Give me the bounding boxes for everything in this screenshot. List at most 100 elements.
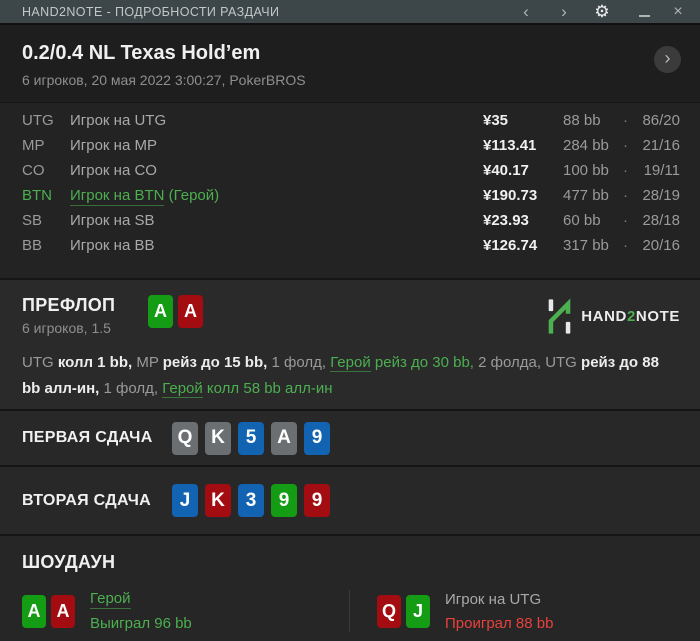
card-rank: 9 (278, 489, 290, 511)
player-stats: · 20/16 (623, 237, 680, 254)
hand2note-logo: HAND2NOTE (546, 298, 680, 335)
chevron-right-icon: › (664, 48, 671, 68)
card-rank: 5 (245, 427, 257, 448)
board-run-2-cards: JK399 (172, 484, 337, 517)
showdown-cards: AA (22, 594, 80, 628)
preflop-title-block: ПРЕФЛОП 6 игроков, 1.5 (22, 295, 148, 336)
players-table: UTG Игрок на UTG ¥35 88 bb · 86/20 MP Игрок на … (0, 103, 700, 278)
card-rank: 9 (311, 427, 323, 448)
board-card: J (172, 484, 198, 517)
board-card: K (205, 421, 231, 455)
showdown-card: J (406, 594, 430, 628)
showdown-player-name-wrap: Игрок на UTG (445, 591, 553, 609)
hand-details-window: HAND2NOTE - ПОДРОБНОСТИ РАЗДАЧИ ‹ › ⚙ × … (0, 0, 700, 641)
stats-value: 19/11 (643, 162, 680, 179)
next-hand-button[interactable]: › (654, 46, 681, 73)
showdown-player-text: Герой Выиграл 96 bb (90, 590, 192, 632)
hero-suffix: (Герой) (164, 187, 220, 204)
player-name: Игрок на CO (70, 162, 483, 179)
titlebar-icons: ‹ › ⚙ × (514, 2, 690, 22)
card-rank: A (277, 427, 291, 448)
player-name-text: Игрок на CO (70, 162, 157, 179)
hero-name-link[interactable]: Игрок на BTN (70, 187, 165, 206)
board-card: 9 (304, 484, 330, 517)
player-stack-bb: 100 bb (563, 162, 609, 179)
board-card: A (271, 421, 297, 455)
player-name-text: Игрок на BB (70, 237, 155, 254)
player-name: Игрок на BB (70, 237, 483, 254)
player-stats: · 28/19 (623, 187, 680, 204)
showdown-player-name: Игрок на UTG (445, 590, 542, 608)
action-segment: колл 58 bb алл-ин (202, 380, 333, 397)
action-segment: 1 фолд, (103, 380, 163, 397)
showdown-card: Q (377, 594, 401, 628)
player-name: Игрок на BTN (Герой) (70, 187, 483, 206)
player-row: BB Игрок на BB ¥126.74 317 bb · 20/16 (22, 233, 680, 258)
minimize-bar (638, 14, 650, 17)
player-name-text: Игрок на SB (70, 212, 155, 229)
showdown-result: Выиграл 96 bb (90, 615, 192, 632)
hero-action-link[interactable]: Герой (162, 380, 203, 398)
stats-dot: · (623, 162, 628, 179)
player-stack-amount: ¥126.74 (483, 237, 538, 254)
player-row: CO Игрок на CO ¥40.17 100 bb · 19/11 (22, 158, 680, 183)
stats-value: 20/16 (642, 237, 680, 254)
player-row: MP Игрок на MP ¥113.41 284 bb · 21/16 (22, 133, 680, 158)
window-title: HAND2NOTE - ПОДРОБНОСТИ РАЗДАЧИ (22, 4, 280, 19)
player-stack-bb: 60 bb (563, 212, 601, 229)
hand-title: 0.2/0.4 NL Texas Hold’em (22, 42, 261, 64)
preflop-action-text: UTG колл 1 bb, MP рейз до 15 bb, 1 фолд,… (22, 350, 670, 402)
showdown-card: A (22, 594, 46, 628)
board-card: 5 (238, 421, 264, 455)
showdown-result: Проиграл 88 bb (445, 614, 554, 632)
showdown-title: ШОУДАУН (22, 552, 116, 572)
hero-card: A (148, 295, 173, 328)
preflop-header: ПРЕФЛОП 6 игроков, 1.5 AA HAND2NOTE (22, 295, 680, 336)
board-run-2: ВТОРАЯ СДАЧА JK399 (0, 467, 700, 534)
stats-value: 28/19 (642, 187, 680, 204)
stats-dot: · (623, 212, 628, 229)
stats-value: 86/20 (642, 112, 680, 129)
player-stack-bb: 477 bb (563, 187, 609, 204)
card-rank: 3 (245, 489, 257, 511)
action-segment: UTG (22, 354, 58, 371)
card-rank: A (27, 600, 41, 621)
action-segment: UTG (545, 354, 582, 371)
card-rank: 9 (311, 489, 323, 511)
player-position: SB (22, 212, 43, 229)
player-name-text: Игрок на UTG (70, 112, 167, 129)
board-run-2-label: ВТОРАЯ СДАЧА (22, 491, 152, 509)
hand-subtitle: 6 игроков, 20 мая 2022 3:00:27, PokerBRO… (22, 72, 306, 88)
player-name: Игрок на SB (70, 212, 483, 229)
card-rank: K (211, 427, 225, 448)
hero-hole-cards: AA (148, 295, 208, 328)
hero-name-link[interactable]: Герой (90, 590, 131, 609)
gear-icon[interactable]: ⚙ (590, 2, 614, 22)
player-stats: · 28/18 (623, 212, 680, 229)
stats-dot: · (623, 187, 628, 204)
prev-hand-icon[interactable]: ‹ (514, 2, 538, 22)
next-hand-icon[interactable]: › (552, 2, 576, 22)
board-card: 3 (238, 484, 264, 517)
player-stats: · 19/11 (623, 162, 680, 179)
card-rank: Q (177, 427, 193, 448)
stats-dot: · (623, 237, 628, 254)
player-position: UTG (22, 112, 54, 129)
player-row: BTN Игрок на BTN (Герой) ¥190.73 477 bb · 28/… (22, 183, 680, 208)
card-rank: J (412, 600, 423, 621)
card-rank: J (179, 489, 191, 511)
showdown-player: Q J Игрок на UTG Проиграл 88 bb (350, 590, 553, 632)
player-stats: · 86/20 (623, 112, 680, 129)
card-rank: A (154, 301, 167, 321)
close-icon[interactable]: × (666, 2, 690, 22)
minimize-icon[interactable] (632, 4, 656, 20)
showdown-section: ШОУДАУН A A Герой Выиграл 96 bb Q J Игрок на U… (0, 536, 700, 641)
board-run-1: ПЕРВАЯ СДАЧА QK5A9 (0, 411, 700, 465)
titlebar: HAND2NOTE - ПОДРОБНОСТИ РАЗДАЧИ ‹ › ⚙ × (0, 0, 700, 23)
board-run-1-cards: QK5A9 (172, 421, 337, 455)
hero-action-link[interactable]: Герой (330, 354, 371, 372)
player-position: MP (22, 137, 45, 154)
card-rank: A (56, 600, 70, 621)
stats-value: 21/16 (642, 137, 680, 154)
player-position: BTN (22, 187, 52, 204)
